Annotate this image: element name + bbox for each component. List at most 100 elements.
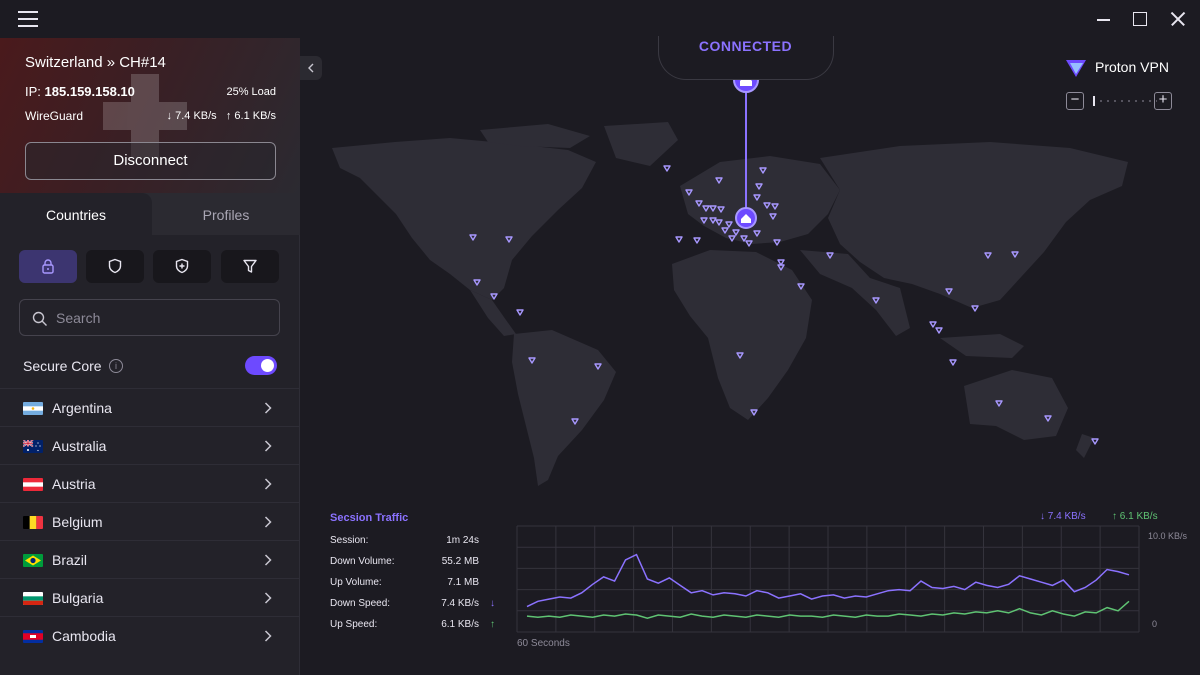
stat-label: Session: bbox=[330, 535, 369, 546]
country-name: Cambodia bbox=[52, 628, 116, 644]
connection-status: CONNECTED bbox=[698, 38, 793, 54]
secure-core-label: Secure Core bbox=[23, 358, 102, 374]
country-row-argentina[interactable]: Argentina bbox=[0, 388, 300, 426]
country-row-austria[interactable]: Austria bbox=[0, 464, 300, 502]
filter-secure-button[interactable] bbox=[19, 250, 77, 283]
chevron-right-icon bbox=[264, 592, 272, 604]
lock-icon bbox=[42, 259, 54, 274]
filter-shield-button[interactable] bbox=[86, 250, 144, 283]
country-row-bulgaria[interactable]: Bulgaria bbox=[0, 578, 300, 616]
chevron-right-icon bbox=[264, 440, 272, 452]
shield-plus-icon bbox=[175, 258, 189, 274]
chart-x-label: 60 Seconds bbox=[517, 638, 570, 649]
search-input[interactable] bbox=[56, 306, 271, 330]
country-name: Australia bbox=[52, 438, 107, 454]
ip-label: IP: bbox=[25, 84, 41, 99]
zoom-out-button[interactable]: − bbox=[1066, 92, 1084, 110]
traffic-title: Secsion Traffic bbox=[330, 512, 409, 524]
download-speed: ↓ 7.4 KB/s bbox=[166, 110, 217, 122]
brazil-flag bbox=[23, 554, 43, 567]
server-load: 25% Load bbox=[226, 86, 276, 98]
session-stats: Session: 1m 24s Down Volume: 55.2 MB Up Vo… bbox=[330, 535, 500, 640]
stat-row-down-volume: Down Volume: 55.2 MB bbox=[330, 556, 500, 577]
chevron-right-icon bbox=[264, 402, 272, 414]
country-name: Belgium bbox=[52, 514, 103, 530]
country-list: Argentina Australia Austria Belgium Braz… bbox=[0, 388, 300, 654]
zoom-in-button[interactable]: + bbox=[1154, 92, 1172, 110]
stat-label: Up Volume: bbox=[330, 577, 382, 588]
stat-value: 7.1 MB bbox=[447, 577, 479, 588]
protocol-label: WireGuard bbox=[25, 109, 84, 123]
upload-arrow-icon: ↑ bbox=[490, 619, 495, 630]
country-row-belgium[interactable]: Belgium bbox=[0, 502, 300, 540]
country-name: Austria bbox=[52, 476, 96, 492]
legend-download: ↓ 7.4 KB/s bbox=[1040, 511, 1086, 522]
main-panel: CONNECTED Proton VPN − + Secsion Traffic… bbox=[300, 36, 1200, 675]
sidebar-tabs: Countries Profiles bbox=[0, 193, 300, 235]
stat-row-down-speed: Down Speed: 7.4 KB/s ↓ bbox=[330, 598, 500, 619]
close-icon[interactable] bbox=[1168, 9, 1188, 29]
country-name: Bulgaria bbox=[52, 590, 104, 606]
ip-value: 185.159.158.10 bbox=[44, 84, 135, 99]
stat-value: 1m 24s bbox=[446, 535, 479, 546]
stat-value: 7.4 KB/s bbox=[441, 598, 479, 609]
menu-icon[interactable] bbox=[18, 11, 38, 27]
app-name: Proton VPN bbox=[1095, 59, 1169, 75]
filter-icon bbox=[243, 259, 257, 273]
minimize-icon[interactable] bbox=[1094, 9, 1114, 29]
connection-card: Switzerland » CH#14 IP: 185.159.158.10 2… bbox=[0, 38, 300, 193]
country-row-brazil[interactable]: Brazil bbox=[0, 540, 300, 578]
stat-label: Up Speed: bbox=[330, 619, 378, 630]
maximize-icon[interactable] bbox=[1130, 9, 1150, 29]
server-name: Switzerland » CH#14 bbox=[25, 54, 166, 71]
chevron-right-icon bbox=[264, 516, 272, 528]
country-name: Brazil bbox=[52, 552, 88, 568]
zoom-slider-thumb[interactable] bbox=[1093, 96, 1095, 106]
tab-profiles[interactable]: Profiles bbox=[152, 193, 300, 235]
legend-upload: ↑ 6.1 KB/s bbox=[1112, 511, 1158, 522]
stat-label: Down Volume: bbox=[330, 556, 395, 567]
chart-y-min-label: 0 bbox=[1152, 619, 1158, 629]
search-box bbox=[19, 299, 280, 336]
stat-row-up-volume: Up Volume: 7.1 MB bbox=[330, 577, 500, 598]
stat-label: Down Speed: bbox=[330, 598, 391, 609]
shield-icon bbox=[108, 258, 122, 274]
belgium-flag bbox=[23, 516, 43, 529]
collapse-sidebar-button[interactable] bbox=[300, 56, 322, 80]
info-icon[interactable]: i bbox=[109, 359, 123, 373]
bulgaria-flag bbox=[23, 592, 43, 605]
australia-flag bbox=[23, 440, 43, 453]
proton-logo-icon bbox=[1066, 60, 1086, 77]
speed-readout: ↓ 7.4 KB/s ↑ 6.1 KB/s bbox=[167, 110, 276, 122]
tab-countries[interactable]: Countries bbox=[0, 193, 152, 235]
stat-row-up-speed: Up Speed: 6.1 KB/s ↑ bbox=[330, 619, 500, 640]
country-row-australia[interactable]: Australia bbox=[0, 426, 300, 464]
stat-row-session: Session: 1m 24s bbox=[330, 535, 500, 556]
chevron-right-icon bbox=[264, 478, 272, 490]
proton-vpn-logo: Proton VPN bbox=[1064, 56, 1179, 80]
zoom-track[interactable] bbox=[1093, 100, 1157, 102]
sidebar: Switzerland » CH#14 IP: 185.159.158.10 2… bbox=[0, 38, 300, 675]
upload-speed: ↑ 6.1 KB/s bbox=[225, 110, 276, 122]
stat-value: 6.1 KB/s bbox=[441, 619, 479, 630]
stat-value: 55.2 MB bbox=[441, 556, 479, 567]
map-zoom-control: − + bbox=[1066, 92, 1184, 112]
country-name: Argentina bbox=[52, 400, 112, 416]
austria-flag bbox=[23, 478, 43, 491]
filter-funnel-button[interactable] bbox=[221, 250, 279, 283]
secure-core-toggle[interactable] bbox=[245, 356, 277, 375]
country-row-cambodia[interactable]: Cambodia bbox=[0, 616, 300, 654]
title-bar bbox=[0, 0, 1200, 38]
chevron-right-icon bbox=[264, 630, 272, 642]
connected-server-marker[interactable] bbox=[735, 207, 757, 229]
search-icon bbox=[32, 311, 47, 326]
cambodia-flag bbox=[23, 630, 43, 643]
download-arrow-icon: ↓ bbox=[490, 598, 495, 609]
disconnect-button[interactable]: Disconnect bbox=[25, 142, 276, 180]
argentina-flag bbox=[23, 402, 43, 415]
chevron-left-icon bbox=[308, 63, 314, 73]
chart-y-max-label: 10.0 KB/s bbox=[1148, 531, 1188, 541]
chevron-right-icon bbox=[264, 554, 272, 566]
ip-address: IP: 185.159.158.10 bbox=[25, 84, 135, 99]
filter-shield-plus-button[interactable] bbox=[153, 250, 211, 283]
